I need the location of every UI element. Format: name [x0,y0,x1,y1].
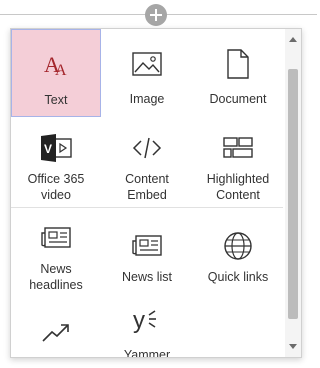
office365-video-icon: V [11,131,101,165]
tile-content-embed[interactable]: Content Embed [102,119,192,207]
news-icon [11,221,101,255]
tile-text[interactable]: A A Text [11,29,101,117]
tile-label: Document [209,92,267,106]
tile-label: Office 365 video [27,172,85,202]
webpart-toolbox: A A Text Image Document V Office 365 vid… [10,28,302,358]
tile-document[interactable]: Document [193,29,283,117]
scroll-down-arrow-icon[interactable] [289,344,297,349]
tile-label: Highlighted Content [206,172,270,202]
trend-icon [11,315,101,349]
globe-icon [193,229,283,263]
tile-news-headlines[interactable]: News headlines [11,209,101,297]
scrollbar-thumb[interactable] [288,69,298,319]
add-webpart-button[interactable] [145,4,167,26]
tile-quick-links[interactable]: Quick links [193,209,283,297]
tile-highlighted-content[interactable]: Highlighted Content [193,119,283,207]
section-separator [11,207,283,208]
svg-text:A: A [55,62,67,79]
news-icon [102,229,192,263]
scroll-up-arrow-icon[interactable] [289,37,297,42]
tile-office365-video[interactable]: V Office 365 video [11,119,101,207]
tile-image[interactable]: Image [102,29,192,117]
tile-news-list[interactable]: News list [102,209,192,297]
tile-yammer[interactable]: y Yammer [102,297,192,358]
tile-label: Quick links [207,270,269,284]
tile-label: News list [121,270,172,284]
tile-label: Image [129,92,165,106]
tile-label: Text [44,93,68,107]
scrollbar[interactable] [285,29,301,357]
yammer-icon: y [102,305,192,339]
document-icon [193,47,283,81]
tile-label: News headlines [29,262,83,292]
tile-label: Yammer [123,348,171,358]
image-icon [102,47,192,81]
plus-icon [150,9,162,21]
svg-text:y: y [133,307,145,334]
highlighted-content-icon [193,131,283,165]
tile-trend[interactable] [11,297,101,357]
svg-text:V: V [44,142,52,156]
tile-label: Content Embed [125,172,169,202]
text-icon: A A [12,48,100,82]
code-embed-icon [102,131,192,165]
